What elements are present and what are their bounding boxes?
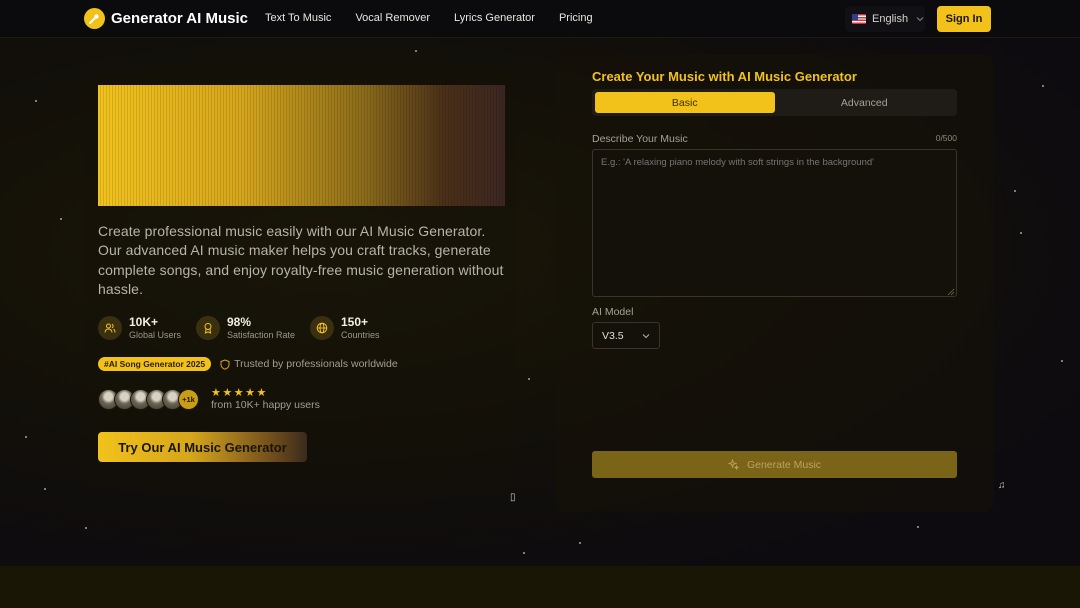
star-decoration [528, 378, 530, 380]
award-icon [196, 316, 220, 340]
music-note-icon: ▯ [510, 492, 516, 503]
chevron-down-icon [642, 333, 650, 338]
stat-users: 10K+ Global Users [98, 315, 196, 341]
describe-music-input[interactable] [592, 149, 957, 297]
language-label: English [872, 13, 909, 25]
star-decoration [25, 436, 27, 438]
tab-advanced[interactable]: Advanced [775, 92, 955, 113]
music-note-icon: ♫ [998, 480, 1006, 491]
sign-in-button[interactable]: Sign In [937, 6, 991, 32]
star-decoration [415, 50, 417, 52]
rating-text: from 10K+ happy users [211, 399, 320, 411]
top-nav: Generator AI Music Text To Music Vocal R… [0, 0, 1080, 38]
mode-tabs: Basic Advanced [592, 89, 957, 116]
stat-value: 150+ [341, 315, 369, 329]
star-decoration [1042, 85, 1044, 87]
logo-icon [84, 8, 105, 29]
star-decoration [1061, 360, 1063, 362]
generate-music-button[interactable]: Generate Music [592, 451, 957, 478]
star-decoration [917, 526, 919, 528]
stat-value: 98% [227, 315, 252, 329]
generate-label: Generate Music [746, 458, 822, 471]
star-decoration [1014, 190, 1016, 192]
resize-grip-icon[interactable] [947, 288, 955, 296]
star-decoration [1020, 232, 1022, 234]
globe-icon [310, 316, 334, 340]
trusted-text: Trusted by professionals worldwide [234, 358, 398, 370]
users-icon [98, 316, 122, 340]
stat-satisfaction: 98% Satisfaction Rate [196, 315, 310, 341]
hero-image [98, 85, 505, 206]
star-decoration [85, 527, 87, 529]
char-counter: 0/500 [935, 133, 957, 143]
brand-link[interactable]: Generator AI Music [84, 8, 248, 29]
stat-label: Global Users [129, 330, 182, 340]
form-title: Create Your Music with AI Music Generato… [592, 69, 857, 84]
star-decoration [523, 552, 525, 554]
language-selector[interactable]: English [845, 6, 925, 32]
model-label: AI Model [592, 306, 634, 318]
nav-links: Text To Music Vocal Remover Lyrics Gener… [265, 12, 593, 24]
badge-row: #AI Song Generator 2025 Trusted by profe… [98, 357, 398, 371]
bottom-section [0, 566, 1080, 608]
avatar-more-count: +1k [178, 389, 199, 410]
star-decoration [35, 100, 37, 102]
stat-countries: 150+ Countries [310, 315, 380, 341]
star-decoration [579, 542, 581, 544]
stat-label: Satisfaction Rate [227, 330, 296, 340]
us-flag-icon [852, 14, 866, 24]
rating-stars: ★★★★★ [211, 387, 268, 399]
nav-link-pricing[interactable]: Pricing [559, 12, 593, 24]
stats-row: 10K+ Global Users 98% Satisfaction Rate … [98, 315, 380, 341]
model-select[interactable]: V3.5 [592, 322, 660, 349]
star-decoration [60, 218, 62, 220]
model-value: V3.5 [602, 329, 624, 342]
brand-name: Generator AI Music [111, 10, 248, 27]
hero-description: Create professional music easily with ou… [98, 223, 504, 297]
stat-label: Countries [341, 330, 380, 340]
shield-icon [220, 358, 230, 370]
social-proof: +1k ★★★★★ from 10K+ happy users [98, 387, 320, 412]
nav-link-lyrics-generator[interactable]: Lyrics Generator [454, 12, 535, 24]
sparkle-icon [727, 459, 739, 470]
describe-label: Describe Your Music [592, 133, 688, 145]
nav-link-text-to-music[interactable]: Text To Music [265, 12, 331, 24]
chevron-down-icon [916, 17, 924, 22]
nav-link-vocal-remover[interactable]: Vocal Remover [355, 12, 430, 24]
trusted-note: Trusted by professionals worldwide [220, 358, 398, 370]
avatar-stack: +1k [98, 389, 199, 410]
stat-value: 10K+ [129, 315, 159, 329]
tab-basic[interactable]: Basic [595, 92, 775, 113]
star-decoration [44, 488, 46, 490]
try-generator-button[interactable]: Try Our AI Music Generator [98, 432, 307, 462]
tag-badge: #AI Song Generator 2025 [98, 357, 212, 371]
